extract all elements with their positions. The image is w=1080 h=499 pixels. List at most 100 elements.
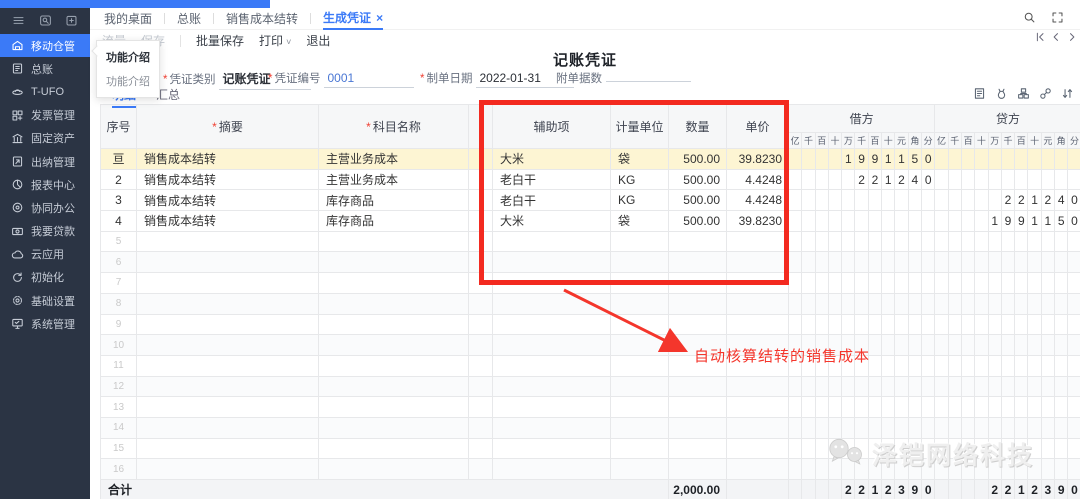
amount-digit-cell[interactable]: [1028, 252, 1041, 273]
amount-digit-cell[interactable]: 1: [1028, 211, 1041, 232]
amount-digit-cell[interactable]: 1: [895, 149, 908, 170]
amount-digit-cell[interactable]: [948, 190, 961, 211]
amount-digit-cell[interactable]: [908, 459, 921, 480]
amount-digit-cell[interactable]: [1055, 169, 1068, 190]
amount-digit-cell[interactable]: [948, 169, 961, 190]
amount-digit-cell[interactable]: [842, 231, 855, 252]
amount-digit-cell[interactable]: [1055, 252, 1068, 273]
amount-digit-cell[interactable]: 2: [868, 169, 881, 190]
amount-digit-cell[interactable]: 2: [988, 480, 1001, 499]
app-search-icon[interactable]: [39, 14, 52, 27]
cell-aux[interactable]: 老白干: [493, 169, 611, 190]
amount-digit-cell[interactable]: [908, 417, 921, 438]
amount-digit-cell[interactable]: [988, 417, 1001, 438]
amount-digit-cell[interactable]: [1028, 169, 1041, 190]
cell-aux[interactable]: 大米: [493, 211, 611, 232]
amount-digit-cell[interactable]: [802, 252, 815, 273]
amount-digit-cell[interactable]: [1068, 417, 1080, 438]
amount-digit-cell[interactable]: [789, 293, 802, 314]
amount-digit-cell[interactable]: [908, 211, 921, 232]
amount-digit-cell[interactable]: [828, 480, 841, 499]
amount-digit-cell[interactable]: 2: [895, 169, 908, 190]
amount-digit-cell[interactable]: [1068, 231, 1080, 252]
cell-no[interactable]: 7: [101, 273, 137, 294]
amount-digit-cell[interactable]: [855, 459, 868, 480]
amount-digit-cell[interactable]: [1055, 376, 1068, 397]
amount-digit-cell[interactable]: [975, 417, 988, 438]
cell-qty[interactable]: 500.00: [669, 211, 727, 232]
amount-digit-cell[interactable]: 9: [1055, 480, 1068, 499]
amount-digit-cell[interactable]: [988, 149, 1001, 170]
amount-digit-cell[interactable]: [828, 417, 841, 438]
amount-digit-cell[interactable]: [789, 438, 802, 459]
amount-digit-cell[interactable]: [815, 314, 828, 335]
amount-digit-cell[interactable]: [855, 190, 868, 211]
amount-digit-cell[interactable]: [1015, 169, 1028, 190]
amount-digit-cell[interactable]: [1041, 169, 1054, 190]
voucher-row[interactable]: 亘销售成本结转主营业务成本大米袋500.0039.82301991150: [101, 149, 1080, 170]
link-icon[interactable]: [1039, 87, 1052, 100]
cell-unit[interactable]: KG: [611, 190, 669, 211]
amount-digit-cell[interactable]: [948, 376, 961, 397]
cell-no[interactable]: 16: [101, 459, 137, 480]
amount-digit-cell[interactable]: [988, 438, 1001, 459]
amount-digit-cell[interactable]: [961, 190, 974, 211]
amount-digit-cell[interactable]: 0: [921, 169, 934, 190]
amount-digit-cell[interactable]: [815, 211, 828, 232]
amount-digit-cell[interactable]: [802, 376, 815, 397]
amount-digit-cell[interactable]: [921, 273, 934, 294]
cell-no[interactable]: 9: [101, 314, 137, 335]
cell-qty[interactable]: 500.00: [669, 149, 727, 170]
amount-digit-cell[interactable]: [908, 252, 921, 273]
amount-digit-cell[interactable]: [882, 376, 895, 397]
amount-digit-cell[interactable]: [815, 459, 828, 480]
next-page-icon[interactable]: [1066, 31, 1078, 43]
amount-digit-cell[interactable]: [1015, 293, 1028, 314]
amount-digit-cell[interactable]: 1: [1015, 480, 1028, 499]
merge-icon[interactable]: [1017, 87, 1030, 100]
amount-digit-cell[interactable]: [815, 169, 828, 190]
menu-item-feature-intro[interactable]: 功能介绍: [97, 45, 159, 69]
voucher-row-empty[interactable]: 14: [101, 417, 1080, 438]
cell-no[interactable]: 5: [101, 231, 137, 252]
amount-digit-cell[interactable]: [1068, 252, 1080, 273]
amount-digit-cell[interactable]: [842, 438, 855, 459]
amount-digit-cell[interactable]: [908, 273, 921, 294]
voucher-row-empty[interactable]: 9: [101, 314, 1080, 335]
voucher-row-empty[interactable]: 6: [101, 252, 1080, 273]
amount-digit-cell[interactable]: [988, 252, 1001, 273]
amount-digit-cell[interactable]: [948, 438, 961, 459]
amount-digit-cell[interactable]: [948, 149, 961, 170]
cell-blank[interactable]: [469, 149, 493, 170]
amount-digit-cell[interactable]: [1041, 293, 1054, 314]
sidebar-item-system[interactable]: 系统管理: [0, 312, 90, 335]
amount-digit-cell[interactable]: [961, 273, 974, 294]
amount-digit-cell[interactable]: [842, 273, 855, 294]
amount-digit-cell[interactable]: [855, 231, 868, 252]
amount-digit-cell[interactable]: 2: [1041, 190, 1054, 211]
cell-no[interactable]: 15: [101, 438, 137, 459]
amount-digit-cell[interactable]: [975, 190, 988, 211]
sidebar-item-report[interactable]: 报表中心: [0, 173, 90, 196]
amount-digit-cell[interactable]: [975, 376, 988, 397]
amount-digit-cell[interactable]: [895, 417, 908, 438]
amount-digit-cell[interactable]: [961, 149, 974, 170]
amount-digit-cell[interactable]: [935, 231, 948, 252]
amount-digit-cell[interactable]: [1068, 314, 1080, 335]
fullscreen-icon[interactable]: [1051, 11, 1064, 24]
amount-digit-cell[interactable]: 1: [842, 149, 855, 170]
amount-digit-cell[interactable]: [961, 252, 974, 273]
amount-digit-cell[interactable]: [1055, 397, 1068, 418]
amount-digit-cell[interactable]: [882, 397, 895, 418]
voucher-row-empty[interactable]: 13: [101, 397, 1080, 418]
amount-digit-cell[interactable]: [855, 397, 868, 418]
amount-digit-cell[interactable]: [789, 169, 802, 190]
amount-digit-cell[interactable]: [921, 438, 934, 459]
amount-digit-cell[interactable]: [789, 211, 802, 232]
amount-digit-cell[interactable]: [868, 438, 881, 459]
amount-digit-cell[interactable]: [1041, 355, 1054, 376]
voucher-row-empty[interactable]: 12: [101, 376, 1080, 397]
amount-digit-cell[interactable]: [828, 231, 841, 252]
amount-digit-cell[interactable]: [882, 293, 895, 314]
amount-digit-cell[interactable]: [1028, 149, 1041, 170]
